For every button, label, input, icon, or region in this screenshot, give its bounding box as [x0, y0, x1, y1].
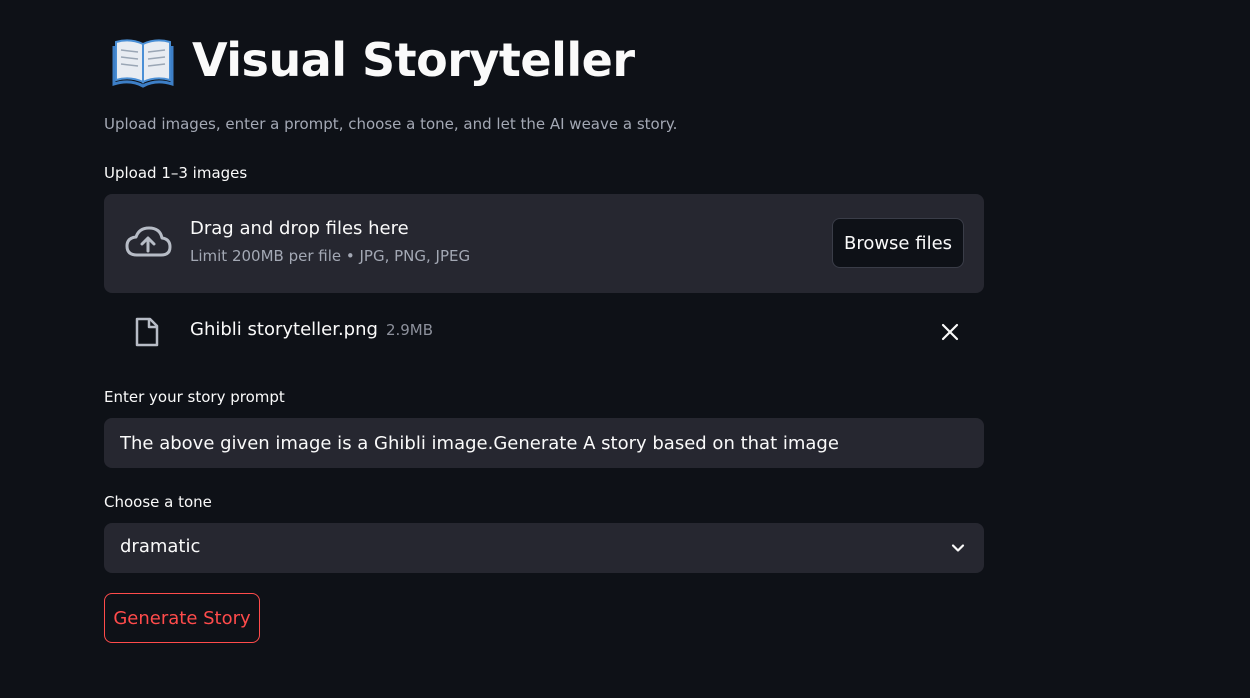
dropzone-text: Drag and drop files here Limit 200MB per…	[190, 218, 470, 265]
page-subtitle: Upload images, enter a prompt, choose a …	[104, 115, 678, 133]
uploaded-file-name: Ghibli storyteller.png	[190, 319, 378, 340]
title-row: Visual Storyteller	[112, 28, 635, 92]
browse-files-button[interactable]: Browse files	[832, 218, 964, 268]
file-icon	[135, 317, 159, 347]
close-icon[interactable]	[938, 320, 962, 344]
open-book-icon	[112, 39, 174, 88]
uploaded-file-info: Ghibli storyteller.png 2.9MB	[190, 319, 433, 340]
cloud-upload-icon	[125, 226, 172, 257]
prompt-label: Enter your story prompt	[104, 388, 285, 406]
file-dropzone[interactable]: Drag and drop files here Limit 200MB per…	[104, 194, 984, 293]
chevron-down-icon	[951, 544, 965, 552]
story-prompt-input[interactable]	[104, 418, 984, 468]
uploader-label: Upload 1–3 images	[104, 164, 248, 182]
uploaded-file-row: Ghibli storyteller.png 2.9MB	[104, 310, 984, 354]
dropzone-limit: Limit 200MB per file • JPG, PNG, JPEG	[190, 247, 471, 265]
generate-story-button[interactable]: Generate Story	[104, 593, 260, 643]
tone-selected-value: dramatic	[120, 536, 201, 557]
tone-label: Choose a tone	[104, 493, 212, 511]
page-title: Visual Storyteller	[192, 33, 635, 87]
uploaded-file-size: 2.9MB	[385, 321, 434, 339]
tone-select[interactable]: dramatic	[104, 523, 984, 573]
dropzone-instruction: Drag and drop files here	[190, 218, 409, 239]
